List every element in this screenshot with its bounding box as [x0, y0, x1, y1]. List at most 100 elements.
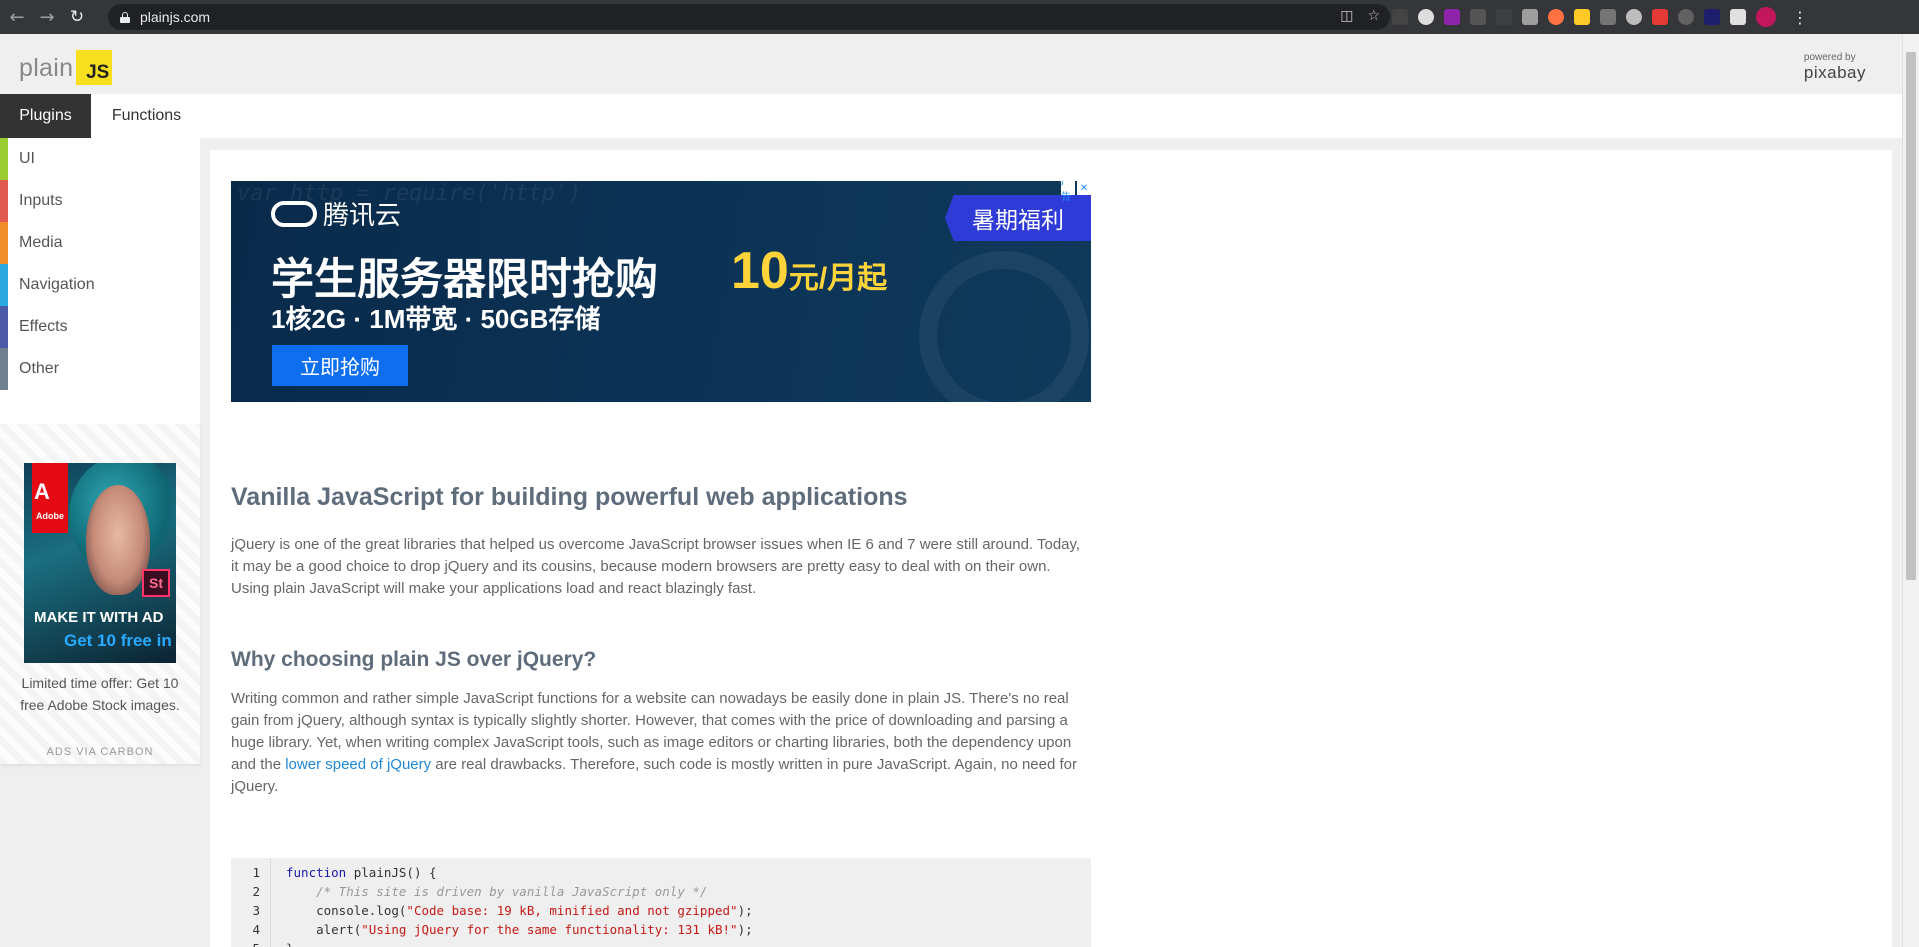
lock-icon: [120, 11, 130, 23]
code-string: "Code base: 19 kB, minified and not gzip…: [406, 903, 738, 918]
reload-icon[interactable]: ↻: [64, 4, 90, 30]
line-number: 4: [252, 922, 260, 937]
banner-brand: 腾讯云: [271, 195, 401, 232]
lower-speed-link[interactable]: lower speed of jQuery: [285, 756, 431, 773]
banner-hex-decoration: [919, 251, 1089, 402]
forward-icon[interactable]: →: [34, 4, 60, 30]
code-block: 1 2 3 4 5 function plainJS() { /* This s…: [231, 858, 1091, 947]
code-line: /* This site is driven by vanilla JavaSc…: [286, 884, 707, 899]
sidebar-item-label: Other: [19, 360, 60, 377]
main-content: var http = require('http') 腾讯云 暑期福利 学生服务…: [210, 150, 1892, 947]
banner-price-unit: 元/月起: [788, 262, 888, 295]
banner-price: 10元/月起: [731, 241, 887, 301]
ad-choices[interactable]: 广告 ✕: [1061, 181, 1091, 203]
code-line: }: [286, 941, 294, 947]
code-string: "Using jQuery for the same functionality…: [361, 922, 738, 937]
sidebar-item-ui[interactable]: UI: [0, 138, 200, 180]
sidebar-item-other[interactable]: Other: [0, 348, 200, 390]
logo-text: plain: [19, 54, 74, 82]
carbon-ad-text[interactable]: Limited time offer: Get 10 free Adobe St…: [20, 672, 180, 716]
category-color-bar: [0, 306, 8, 348]
ad-mark-label: 广告: [1061, 181, 1075, 203]
scrollbar-thumb[interactable]: [1906, 52, 1916, 580]
code-comment: /* This site is driven by vanilla JavaSc…: [286, 884, 708, 899]
extension-icon[interactable]: [1600, 9, 1616, 25]
adobe-stock-badge: St: [142, 569, 170, 597]
carbon-ad-image[interactable]: Adobe A St MAKE IT WITH AD Get 10 free i…: [24, 463, 176, 663]
back-icon[interactable]: ←: [4, 4, 30, 30]
bookmark-star-icon[interactable]: ☆: [1367, 8, 1380, 24]
extension-icon[interactable]: [1678, 9, 1694, 25]
page-title: Vanilla JavaScript for building powerful…: [231, 483, 908, 511]
category-color-bar: [0, 222, 8, 264]
line-number: 5: [252, 941, 260, 947]
carbon-ad-headline: MAKE IT WITH AD: [34, 609, 164, 626]
extension-icon[interactable]: [1574, 9, 1590, 25]
code-line: function plainJS() {: [286, 865, 437, 880]
banner-title: 学生服务器限时抢购: [271, 256, 658, 304]
extension-icon[interactable]: [1548, 9, 1564, 25]
extension-icon[interactable]: [1496, 9, 1512, 25]
powered-by-label: powered by: [1803, 52, 1856, 63]
code-text: alert(: [286, 922, 362, 937]
sidebar-item-label: Effects: [19, 318, 68, 335]
extension-icon[interactable]: [1444, 9, 1460, 25]
banner-price-value: 10: [731, 242, 789, 300]
section-heading: Why choosing plain JS over jQuery?: [231, 648, 597, 671]
line-number-gutter: 1 2 3 4 5: [231, 858, 271, 947]
extension-icon[interactable]: [1522, 9, 1538, 25]
pixabay-logo: pixabay: [1803, 63, 1866, 82]
code-text: console.log(: [286, 903, 407, 918]
browser-toolbar: ← → ↻ plainjs.com ◫ ☆ ⋮: [0, 0, 1919, 34]
profile-avatar[interactable]: [1756, 7, 1776, 27]
adobe-logo-icon: A: [34, 479, 50, 504]
sidebar-item-inputs[interactable]: Inputs: [0, 180, 200, 222]
logo-js-badge: JS: [76, 50, 113, 85]
line-number: 2: [252, 884, 260, 899]
extension-icon[interactable]: [1470, 9, 1486, 25]
banner-ad[interactable]: var http = require('http') 腾讯云 暑期福利 学生服务…: [231, 181, 1091, 402]
sidebar-item-media[interactable]: Media: [0, 222, 200, 264]
carbon-ad-subline: Get 10 free in: [64, 631, 172, 650]
sidebar-item-navigation[interactable]: Navigation: [0, 264, 200, 306]
site-logo[interactable]: plain JS: [19, 50, 113, 85]
intro-paragraph: jQuery is one of the great libraries tha…: [231, 536, 1081, 597]
carbon-ad-via[interactable]: ADS VIA CARBON: [0, 746, 200, 758]
extension-icon[interactable]: [1730, 9, 1746, 25]
tab-bar: Plugins Functions: [0, 94, 1902, 138]
extension-icon[interactable]: [1418, 9, 1434, 25]
sidebar-item-label: Media: [19, 234, 63, 251]
close-icon[interactable]: ✕: [1077, 181, 1091, 195]
banner-brand-name: 腾讯云: [323, 200, 402, 230]
sidebar: UI Inputs Media Navigation Effects Other: [0, 138, 200, 424]
page-scrollbar[interactable]: [1902, 34, 1919, 947]
line-number: 3: [252, 903, 260, 918]
extension-icon[interactable]: [1392, 9, 1408, 25]
code-line: alert("Using jQuery for the same functio…: [286, 922, 753, 937]
sidebar-item-label: Inputs: [19, 192, 63, 209]
code-line: console.log("Code base: 19 kB, minified …: [286, 903, 753, 918]
extensions-bar: ⋮: [1392, 7, 1808, 27]
code-text: );: [737, 903, 753, 918]
code-text: );: [737, 922, 753, 937]
tab-functions[interactable]: Functions: [91, 94, 202, 138]
sidebar-item-label: UI: [19, 150, 35, 167]
extension-icon[interactable]: [1704, 9, 1720, 25]
tab-plugins[interactable]: Plugins: [0, 94, 91, 138]
extension-icon[interactable]: [1652, 9, 1668, 25]
kebab-menu-icon[interactable]: ⋮: [1792, 8, 1808, 27]
sidebar-item-effects[interactable]: Effects: [0, 306, 200, 348]
banner-buy-button[interactable]: 立即抢购: [272, 345, 408, 386]
url-text[interactable]: plainjs.com: [140, 9, 210, 25]
code-keyword: function: [286, 865, 347, 880]
cloud-icon: [271, 200, 317, 227]
why-paragraph: Writing common and rather simple JavaScr…: [231, 688, 1091, 798]
address-bar[interactable]: plainjs.com ◫ ☆: [108, 4, 1390, 30]
ad-face-shape: [86, 485, 150, 595]
banner-spec: 1核2G · 1M带宽 · 50GB存储: [271, 304, 601, 334]
page: plain JS powered by pixabay Plugins Func…: [0, 34, 1902, 947]
category-color-bar: [0, 180, 8, 222]
translate-icon[interactable]: ◫: [1340, 8, 1353, 24]
extension-icon[interactable]: [1626, 9, 1642, 25]
powered-by-pixabay[interactable]: powered by pixabay: [1804, 52, 1866, 83]
